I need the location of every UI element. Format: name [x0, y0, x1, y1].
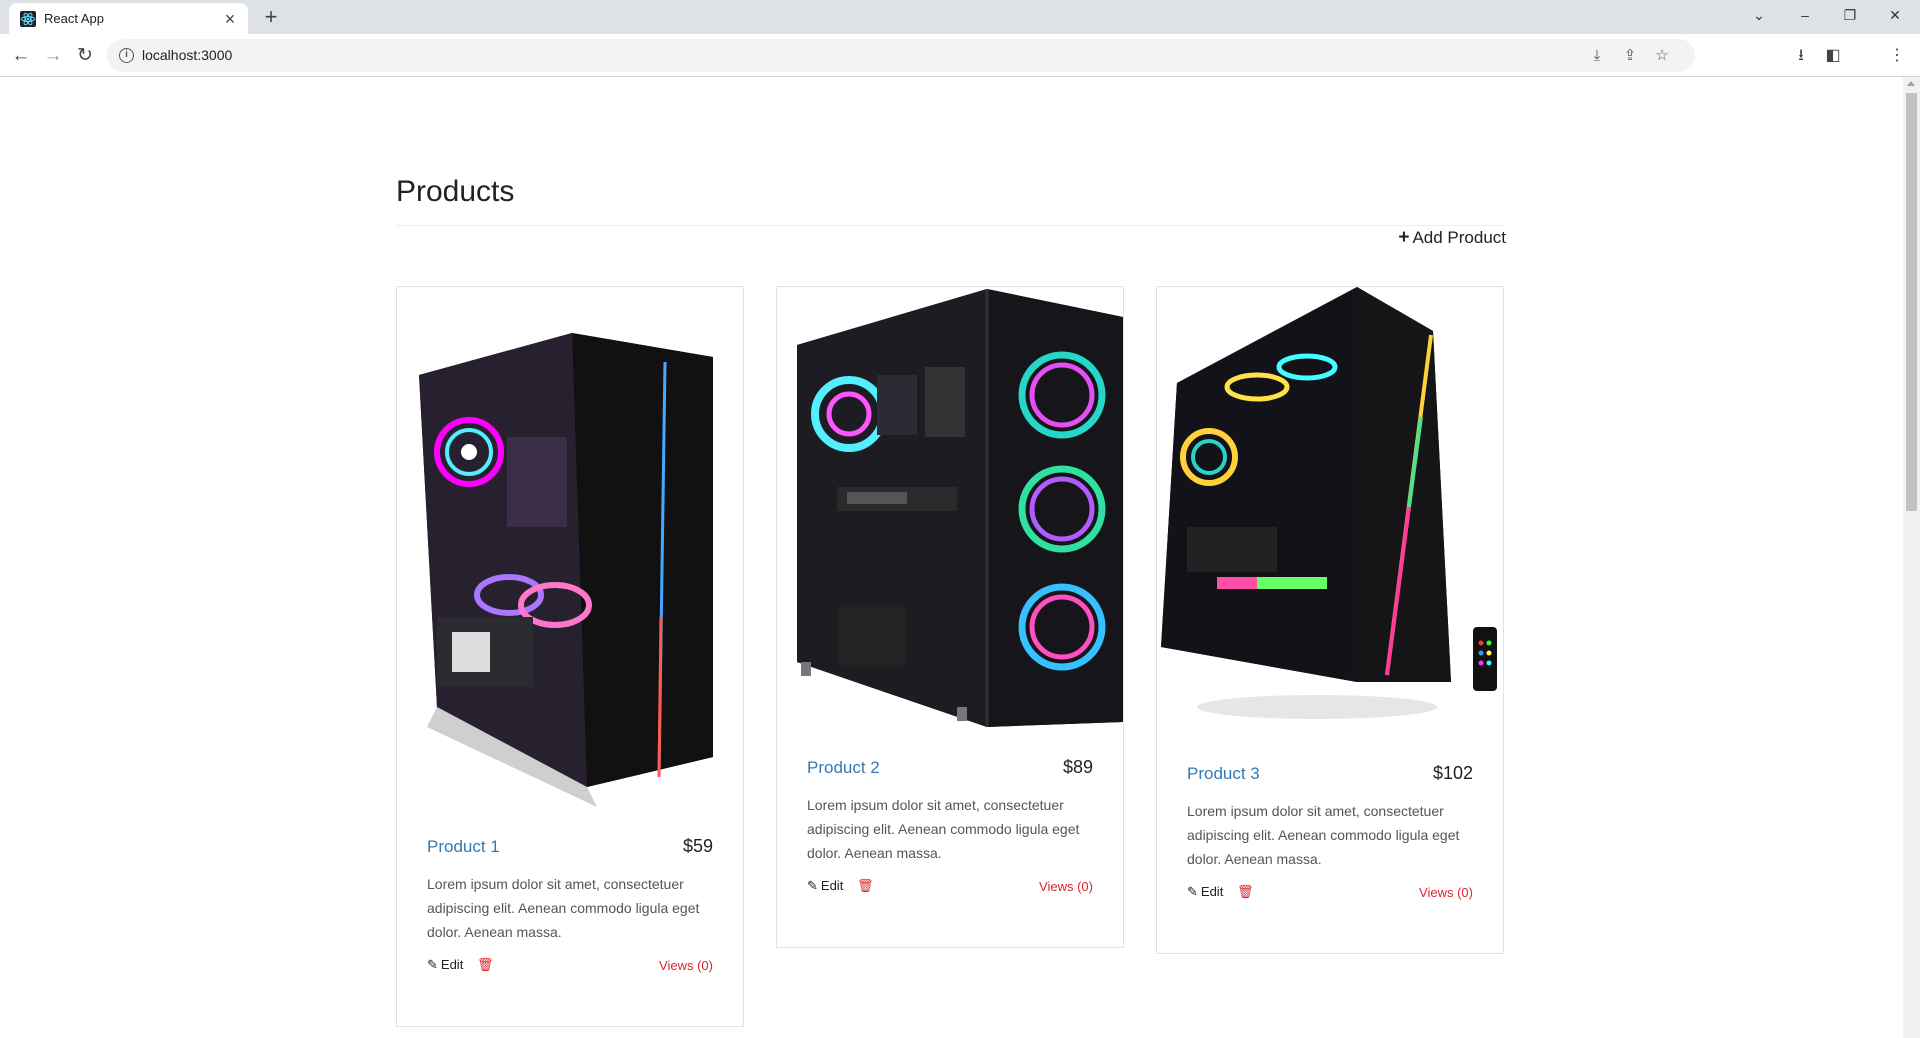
- product-name-link[interactable]: Product 1: [427, 837, 500, 857]
- product-image[interactable]: [777, 287, 1123, 731]
- plus-icon: +: [1398, 227, 1410, 248]
- page-title: Products: [396, 175, 515, 208]
- edit-label: Edit: [440, 957, 464, 972]
- product-description: Lorem ipsum dolor sit amet, consectetuer…: [427, 876, 700, 940]
- install-app-icon[interactable]: ⤓: [1586, 45, 1608, 67]
- scroll-up-arrow-icon[interactable]: [1907, 81, 1915, 86]
- edit-icon: ✎: [1187, 884, 1198, 899]
- new-tab-icon[interactable]: +: [260, 6, 282, 28]
- back-icon[interactable]: ←: [8, 43, 34, 69]
- product-price: $102: [1432, 763, 1473, 783]
- address-bar[interactable]: i localhost:3000 ⤓ ⇪ ☆: [107, 39, 1695, 72]
- product-card: Product 2 $89 Lorem ipsum dolor sit amet…: [776, 286, 1124, 948]
- tab-title: React App: [44, 11, 104, 26]
- views-link[interactable]: Views (0): [1419, 885, 1473, 900]
- product-description: Lorem ipsum dolor sit amet, consectetuer…: [1187, 803, 1460, 867]
- edit-icon: ✎: [427, 957, 438, 972]
- edit-button[interactable]: ✎ Edit: [807, 878, 843, 894]
- edit-button[interactable]: ✎ Edit: [427, 957, 463, 973]
- delete-icon[interactable]: 🗑: [1237, 884, 1254, 900]
- edit-icon: ✎: [807, 878, 818, 893]
- bookmark-star-icon[interactable]: ☆: [1651, 45, 1673, 67]
- delete-icon[interactable]: 🗑: [477, 957, 494, 973]
- add-product-label: Add Product: [1412, 228, 1506, 247]
- more-menu-icon[interactable]: ⋮: [1884, 43, 1910, 69]
- side-panel-icon[interactable]: ◧: [1820, 43, 1846, 69]
- product-price: $59: [682, 836, 713, 856]
- site-info-icon[interactable]: i: [119, 48, 134, 63]
- browser-toolbar: ← → ↻ i localhost:3000 ⤓ ⇪ ☆ ⭳ ◧ ⋮: [0, 34, 1920, 77]
- tab-search-icon[interactable]: ⌄: [1745, 3, 1773, 27]
- downloads-icon[interactable]: ⭳: [1788, 43, 1814, 69]
- product-card: Product 1 $59 Lorem ipsum dolor sit amet…: [396, 286, 744, 1027]
- title-divider: [396, 225, 1506, 226]
- react-favicon-icon: [20, 11, 36, 27]
- url-text[interactable]: localhost:3000: [142, 47, 232, 63]
- edit-label: Edit: [820, 878, 844, 893]
- product-image[interactable]: [397, 287, 743, 807]
- page-viewport: Products + Add Product Product 1 $59 Lor…: [0, 77, 1903, 1038]
- forward-icon[interactable]: →: [40, 43, 66, 69]
- views-link[interactable]: Views (0): [1039, 879, 1093, 894]
- vertical-scrollbar[interactable]: [1903, 77, 1920, 1038]
- scrollbar-thumb[interactable]: [1906, 93, 1917, 511]
- minimize-icon[interactable]: –: [1791, 3, 1819, 27]
- product-price: $89: [1062, 757, 1093, 777]
- restore-icon[interactable]: ❐: [1836, 3, 1864, 27]
- edit-button[interactable]: ✎ Edit: [1187, 884, 1223, 900]
- browser-tab-bar: React App × + ⌄ – ❐ ✕: [0, 0, 1920, 34]
- delete-icon[interactable]: 🗑: [857, 878, 874, 894]
- views-link[interactable]: Views (0): [659, 958, 713, 973]
- close-window-icon[interactable]: ✕: [1881, 3, 1909, 27]
- share-icon[interactable]: ⇪: [1619, 45, 1641, 67]
- product-description: Lorem ipsum dolor sit amet, consectetuer…: [807, 797, 1080, 861]
- browser-tab[interactable]: React App ×: [9, 3, 248, 34]
- close-tab-icon[interactable]: ×: [220, 9, 240, 29]
- product-image[interactable]: [1157, 287, 1503, 737]
- reload-icon[interactable]: ↻: [72, 43, 98, 69]
- product-name-link[interactable]: Product 3: [1187, 764, 1260, 784]
- product-card: Product 3 $102 Lorem ipsum dolor sit ame…: [1156, 286, 1504, 954]
- edit-label: Edit: [1200, 884, 1224, 899]
- add-product-button[interactable]: + Add Product: [1398, 227, 1506, 249]
- product-name-link[interactable]: Product 2: [807, 758, 880, 778]
